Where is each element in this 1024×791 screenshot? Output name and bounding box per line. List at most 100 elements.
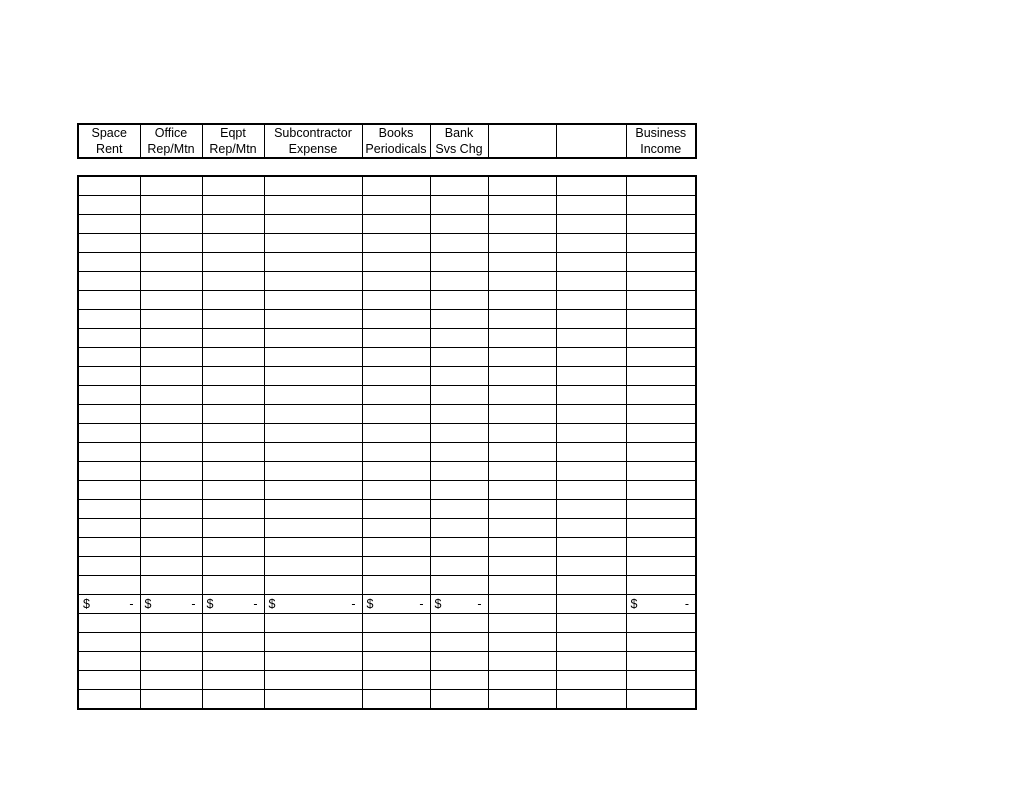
data-cell [488, 405, 556, 424]
data-cell [488, 272, 556, 291]
data-cell [488, 500, 556, 519]
money-value: $- [631, 595, 692, 613]
header-cell: Svs Chg [430, 141, 488, 158]
data-cell [140, 424, 202, 443]
data-cell [362, 424, 430, 443]
data-cell [362, 500, 430, 519]
data-cell [362, 481, 430, 500]
data-cell [264, 500, 362, 519]
amount-dash: - [477, 595, 483, 613]
data-cell [488, 481, 556, 500]
data-cell [140, 652, 202, 671]
data-cell [78, 519, 140, 538]
totals-row: $-$-$-$-$-$-$- [78, 595, 696, 614]
header-cell: Rep/Mtn [140, 141, 202, 158]
data-cell [78, 443, 140, 462]
money-value: $- [83, 595, 136, 613]
data-cell [430, 519, 488, 538]
data-cell [140, 405, 202, 424]
data-cell [626, 291, 696, 310]
data-cell [488, 310, 556, 329]
header-cell [556, 141, 626, 158]
data-cell [202, 348, 264, 367]
data-cell [556, 443, 626, 462]
data-cell [430, 652, 488, 671]
data-cell [202, 690, 264, 710]
data-cell [264, 462, 362, 481]
data-cell [556, 329, 626, 348]
data-cell [202, 557, 264, 576]
data-cell [140, 500, 202, 519]
table-row [78, 500, 696, 519]
data-cell [362, 443, 430, 462]
data-cell [626, 234, 696, 253]
data-cell [264, 519, 362, 538]
data-cell [78, 557, 140, 576]
data-cell [626, 481, 696, 500]
data-cell [264, 329, 362, 348]
data-cell [626, 652, 696, 671]
data-cell [140, 253, 202, 272]
data-cell [362, 215, 430, 234]
data-cell [430, 443, 488, 462]
data-cell [362, 348, 430, 367]
data-cell [362, 329, 430, 348]
data-cell [488, 519, 556, 538]
data-cell [556, 291, 626, 310]
data-cell [202, 253, 264, 272]
data-cell [140, 310, 202, 329]
data-cell [488, 386, 556, 405]
data-cell [202, 576, 264, 595]
header-cell: Eqpt [202, 124, 264, 141]
data-cell [264, 405, 362, 424]
data-cell [140, 443, 202, 462]
data-cell [264, 424, 362, 443]
data-cell [362, 272, 430, 291]
data-cell [430, 405, 488, 424]
data-cell [430, 253, 488, 272]
data-cell [202, 538, 264, 557]
data-cell [140, 176, 202, 196]
data-cell [78, 367, 140, 386]
data-cell [202, 443, 264, 462]
currency-symbol: $ [367, 595, 374, 613]
data-cell [626, 215, 696, 234]
table-row [78, 386, 696, 405]
data-cell [362, 310, 430, 329]
currency-symbol: $ [269, 595, 276, 613]
data-cell [362, 367, 430, 386]
data-cell [78, 481, 140, 500]
data-cell [430, 462, 488, 481]
data-cell [556, 481, 626, 500]
totals-cell: $- [626, 595, 696, 614]
data-cell [556, 614, 626, 633]
totals-cell: $- [362, 595, 430, 614]
data-cell [430, 215, 488, 234]
data-cell [264, 538, 362, 557]
table-header: Space Office Eqpt Subcontractor Books Ba… [78, 124, 696, 176]
data-cell [140, 234, 202, 253]
data-cell [264, 557, 362, 576]
data-cell [202, 462, 264, 481]
data-cell [78, 614, 140, 633]
data-cell [362, 690, 430, 710]
amount-dash: - [191, 595, 197, 613]
page: Space Office Eqpt Subcontractor Books Ba… [0, 0, 1024, 791]
data-cell [78, 500, 140, 519]
data-cell [488, 196, 556, 215]
data-cell [626, 386, 696, 405]
data-cell [556, 405, 626, 424]
money-value: $- [207, 595, 260, 613]
data-cell [362, 291, 430, 310]
table-row [78, 329, 696, 348]
data-cell [202, 272, 264, 291]
totals-cell: $- [202, 595, 264, 614]
data-cell [362, 253, 430, 272]
data-cell [78, 386, 140, 405]
data-cell [140, 215, 202, 234]
header-cell: Office [140, 124, 202, 141]
data-cell [556, 367, 626, 386]
data-cell [78, 690, 140, 710]
data-cell [140, 329, 202, 348]
data-cell [488, 291, 556, 310]
